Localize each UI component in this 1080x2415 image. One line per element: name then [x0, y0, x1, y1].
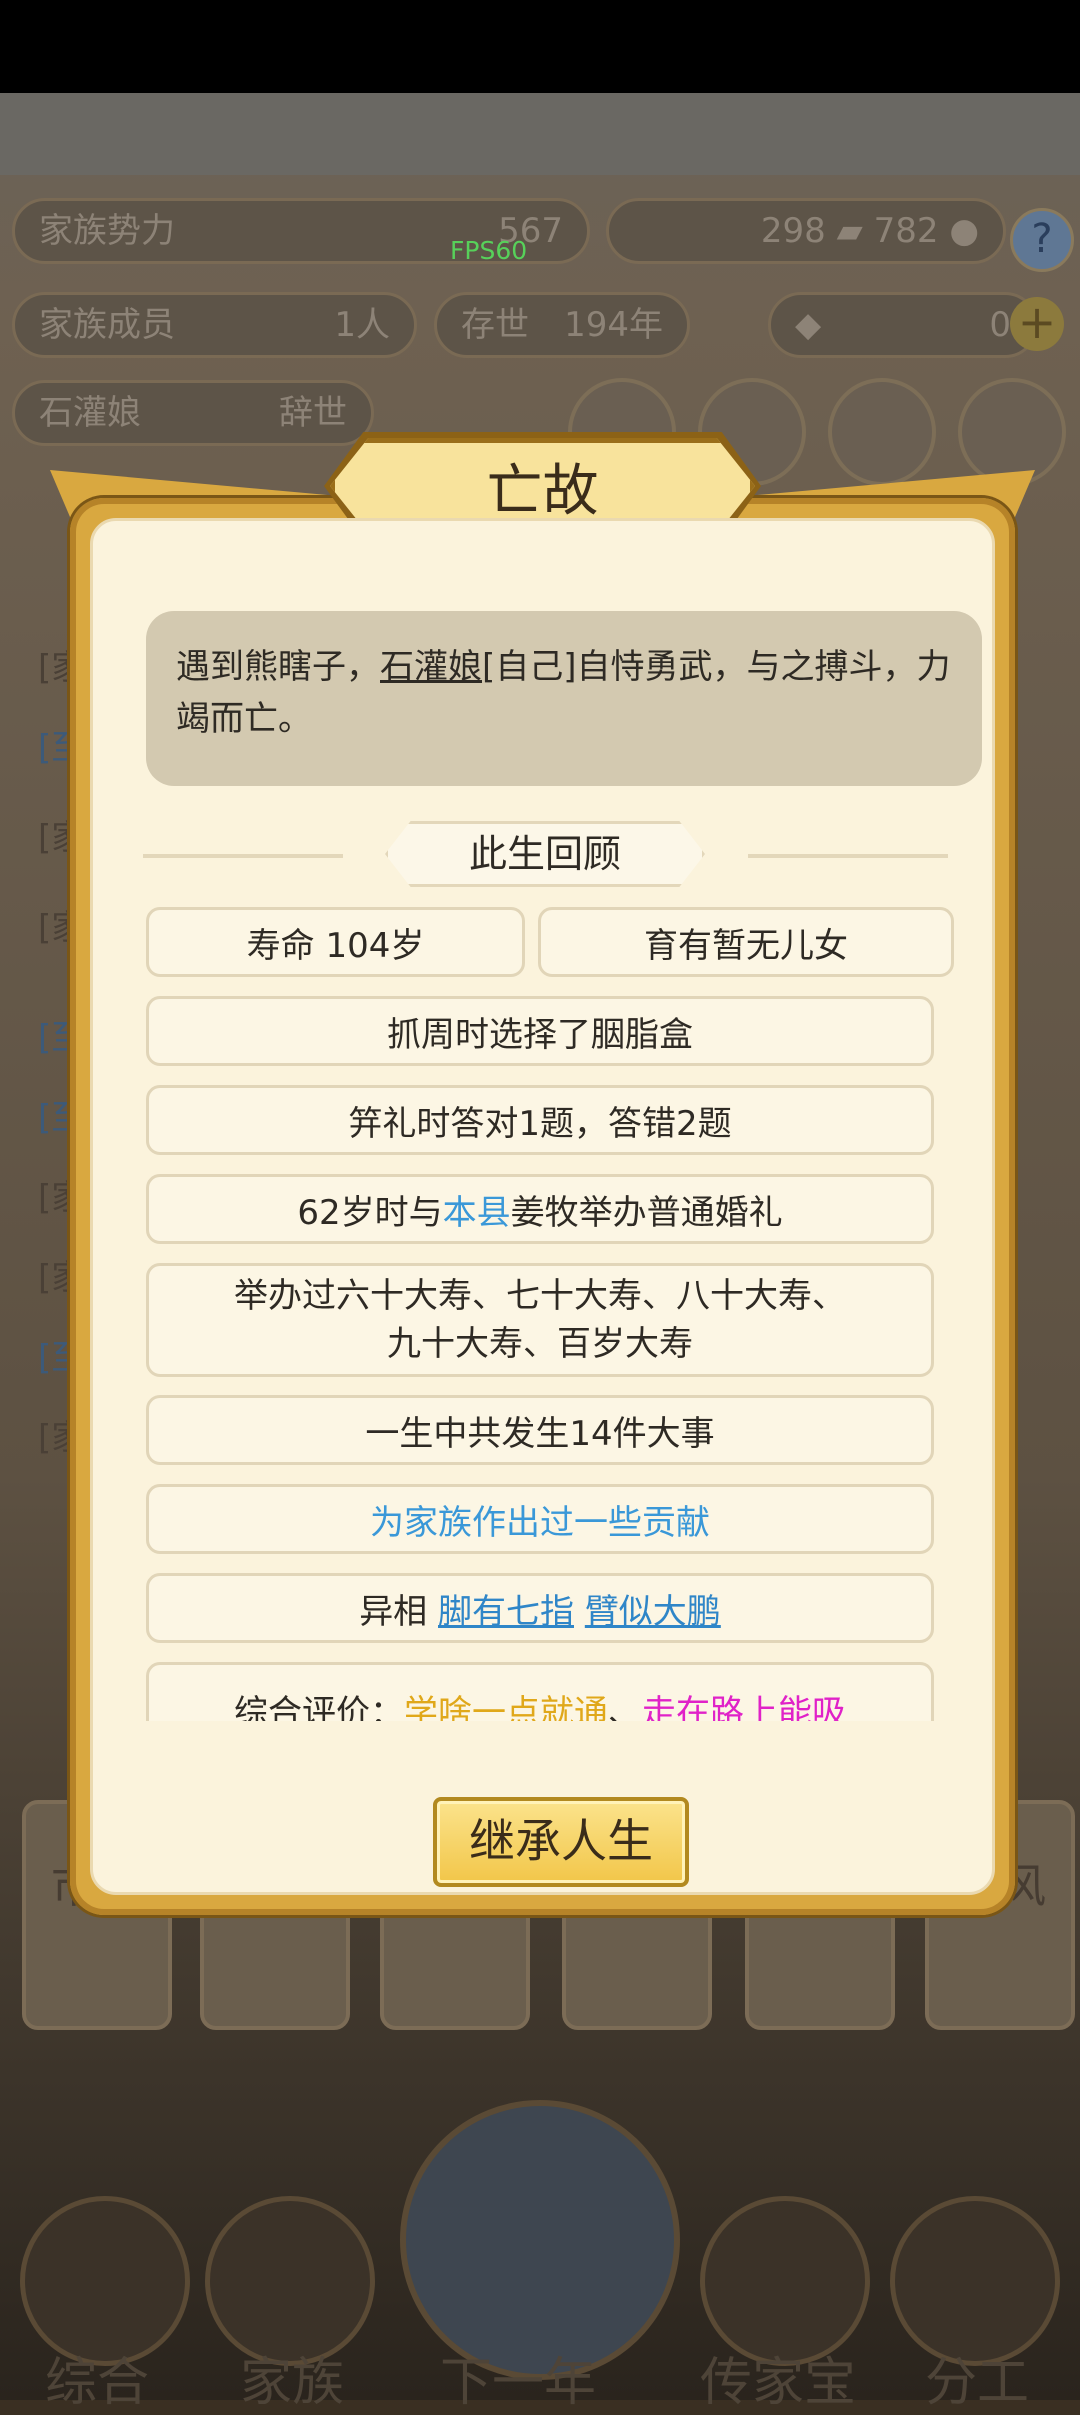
currency2-value: 782 [873, 211, 939, 251]
deceased-name: 石灌娘 [380, 647, 482, 687]
trait-link-1[interactable]: 脚有七指 [438, 1592, 574, 1632]
person-name: 石灌娘 [39, 393, 141, 433]
members-value: 1人 [334, 305, 390, 345]
currency-pill: 298 ▰ 782 ● [606, 198, 1006, 264]
lifespan-card: 寿命 104岁 [146, 907, 525, 977]
help-icon[interactable]: ? [1010, 208, 1074, 272]
existence-value: 194年 [564, 305, 663, 345]
person-status: 辞世 [279, 393, 347, 433]
members-label: 家族成员 [39, 305, 175, 345]
currency1-value: 298 [760, 211, 826, 251]
inherit-life-button[interactable]: 继承人生 [433, 1797, 689, 1887]
children-card: 育有暂无儿女 [538, 907, 954, 977]
rating-card: 综合评价：学啥一点就通、走在路上能吸 [146, 1662, 934, 1721]
marriage-card: 62岁时与本县姜牧举办普通婚礼 [146, 1174, 934, 1244]
existence-label: 存世 [461, 305, 529, 345]
gold-value: 0 [989, 305, 1011, 345]
death-description: 遇到熊瞎子，石灌娘[自己]自恃勇武，与之搏斗，力竭而亡。 [146, 611, 982, 786]
gold-ingot-icon: ◆ [795, 305, 822, 345]
bottom-navigation: 综合 家族 下一年 传家宝 分工 [0, 2100, 1080, 2413]
marriage-place: 本县 [442, 1192, 511, 1233]
nav-overview-label: 综合 [45, 2353, 150, 2413]
death-dialog: 亡故 遇到熊瞎子，石灌娘[自己]自恃勇武，与之搏斗，力竭而亡。 此生回顾 寿命 … [50, 432, 1035, 1915]
birthdays-card: 举办过六十大寿、七十大寿、八十大寿、 九十大寿、百岁大寿 [146, 1263, 934, 1377]
nav-next-year-icon[interactable] [400, 2100, 680, 2380]
status-bar [0, 0, 1080, 93]
existence-pill: 存世 194年 [434, 292, 690, 358]
fps-counter: FPS60 [450, 236, 528, 265]
life-review-list[interactable]: 寿命 104岁 育有暂无儿女 抓周时选择了胭脂盒 笄礼时答对1题，答错2题 62… [93, 907, 998, 1721]
life-review-header: 此生回顾 [93, 821, 998, 891]
nav-family-label: 家族 [240, 2353, 345, 2413]
nav-heirloom-label: 传家宝 [700, 2353, 857, 2413]
add-gold-icon[interactable]: + [1010, 297, 1064, 351]
members-pill: 家族成员 1人 [12, 292, 417, 358]
person-pill: 石灌娘 辞世 [12, 380, 374, 446]
gold-pill: ◆ 0 [768, 292, 1038, 358]
life-review-title: 此生回顾 [385, 821, 705, 887]
contribution-card: 为家族作出过一些贡献 [146, 1484, 934, 1554]
trait-link-2[interactable]: 臂似大鹏 [585, 1592, 721, 1632]
coin-icon: ● [949, 211, 979, 251]
nav-next-year-label: 下一年 [440, 2353, 597, 2413]
zhuazhou-card: 抓周时选择了胭脂盒 [146, 996, 934, 1066]
dialog-body: 遇到熊瞎子，石灌娘[自己]自恃勇武，与之搏斗，力竭而亡。 此生回顾 寿命 104… [90, 518, 995, 1895]
header-strip [0, 93, 1080, 175]
family-power-label: 家族势力 [39, 211, 175, 251]
events-card: 一生中共发生14件大事 [146, 1395, 934, 1465]
silver-icon: ▰ [836, 211, 863, 251]
nav-division-label: 分工 [925, 2353, 1030, 2413]
traits-card: 异相 脚有七指 臂似大鹏 [146, 1573, 934, 1643]
coming-of-age-card: 笄礼时答对1题，答错2题 [146, 1085, 934, 1155]
